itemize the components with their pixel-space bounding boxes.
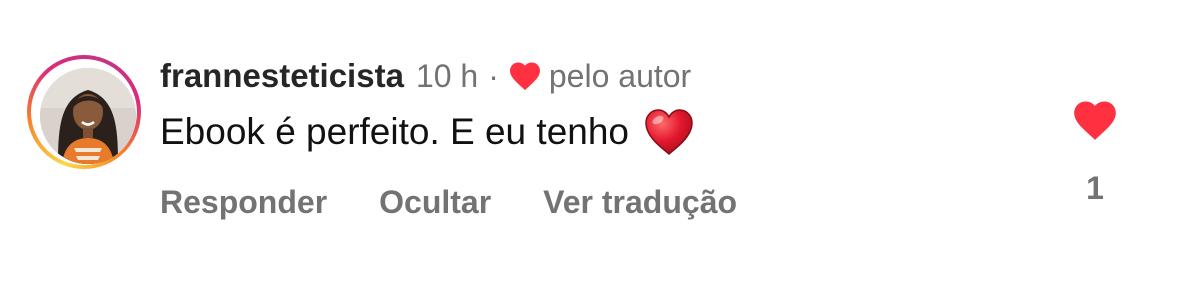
- liked-by-author-label: pelo autor: [548, 57, 692, 94]
- avatar-story-ring[interactable]: [27, 55, 141, 169]
- avatar-photo: [40, 68, 136, 164]
- red-heart-emoji-icon: [643, 108, 695, 156]
- separator-dot: ·: [488, 57, 499, 94]
- comment-body: Ebook é perfeito. E eu tenho: [160, 108, 695, 156]
- like-count[interactable]: 1: [1068, 170, 1122, 207]
- timestamp: 10 h: [415, 57, 479, 94]
- author-liked-heart-icon: [507, 58, 543, 94]
- like-area: 1: [1068, 96, 1122, 207]
- comment-header: frannesteticista 10 h · pelo autor: [160, 56, 691, 96]
- reply-button[interactable]: Responder: [160, 184, 327, 221]
- hide-button[interactable]: Ocultar: [379, 184, 491, 221]
- like-heart-icon[interactable]: [1070, 96, 1120, 142]
- avatar[interactable]: [40, 68, 136, 164]
- see-translation-button[interactable]: Ver tradução: [543, 184, 737, 221]
- comment: frannesteticista 10 h · pelo autor Ebook…: [0, 0, 1179, 284]
- comment-text: Ebook é perfeito. E eu tenho: [160, 111, 630, 152]
- username[interactable]: frannesteticista: [160, 57, 404, 95]
- comment-actions: Responder Ocultar Ver tradução: [160, 184, 789, 221]
